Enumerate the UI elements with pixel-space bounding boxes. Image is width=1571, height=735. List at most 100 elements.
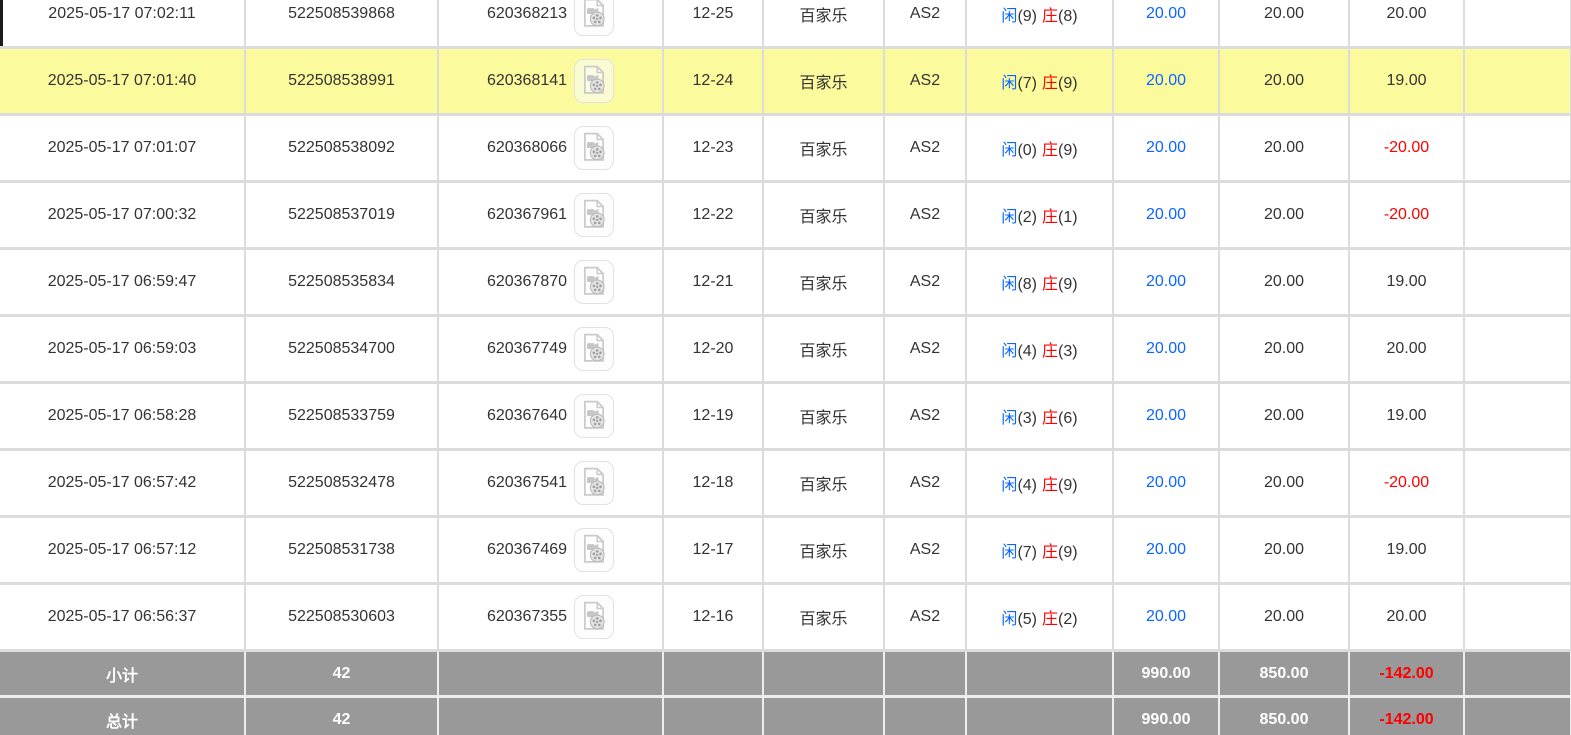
win-loss-cell: 20.00 — [1349, 315, 1465, 384]
banker-score: (9) — [1058, 142, 1078, 159]
bet-time: 2025-05-17 06:57:42 — [0, 449, 246, 518]
player-score: (3) — [1017, 410, 1037, 427]
video-replay-button[interactable] — [574, 595, 615, 639]
video-replay-button[interactable] — [574, 0, 615, 36]
bet-time: 2025-05-17 06:59:47 — [0, 248, 246, 317]
player-score: (4) — [1017, 343, 1037, 360]
game-type: 百家乐 — [763, 47, 885, 116]
round-number: 12-20 — [663, 315, 764, 384]
bet-amount-cell: 20.00 — [1113, 47, 1220, 116]
game-id: 620368213 — [486, 5, 568, 22]
game-type: 百家乐 — [763, 0, 885, 49]
bet-amount-link[interactable]: 20.00 — [1146, 407, 1186, 424]
table-code: AS2 — [884, 583, 967, 652]
player-label: 闲 — [1001, 343, 1018, 360]
valid-amount: 20.00 — [1219, 248, 1350, 317]
bet-amount-link[interactable]: 20.00 — [1146, 5, 1186, 22]
table-row: 2025-05-17 07:01:40 522508538991 6203681… — [0, 47, 1571, 116]
player-label: 闲 — [1001, 276, 1018, 293]
result-cell: 闲(7) 庄(9) — [966, 47, 1114, 116]
valid-amount: 20.00 — [1219, 181, 1350, 250]
game-id: 620367640 — [486, 407, 568, 424]
win-loss-cell: 19.00 — [1349, 382, 1465, 451]
video-replay-icon — [580, 132, 608, 165]
subtotal-empty-cell — [884, 650, 967, 698]
table-scroll-area[interactable]: 2025-05-17 07:02:11 522508539868 6203682… — [0, 0, 1571, 735]
grand-total-empty-cell — [438, 696, 664, 735]
banker-score: (9) — [1058, 276, 1078, 293]
player-label: 闲 — [1001, 544, 1018, 561]
bet-time: 2025-05-17 06:57:12 — [0, 516, 246, 585]
grand-total-count: 42 — [245, 696, 439, 735]
grand-total-win-loss-total: -142.00 — [1349, 696, 1465, 735]
bet-amount-link[interactable]: 20.00 — [1146, 474, 1186, 491]
bet-id: 522508539868 — [245, 0, 439, 49]
banker-score: (8) — [1058, 8, 1078, 25]
table-code: AS2 — [884, 248, 967, 317]
bet-amount-link[interactable]: 20.00 — [1146, 608, 1186, 625]
game-id: 620367749 — [486, 340, 568, 357]
valid-amount: 20.00 — [1219, 47, 1350, 116]
empty-cell — [1464, 114, 1571, 183]
player-label: 闲 — [1001, 410, 1018, 427]
bet-amount-link[interactable]: 20.00 — [1146, 206, 1186, 223]
game-id-cell: 620367355 — [438, 583, 664, 652]
empty-cell — [1464, 181, 1571, 250]
grand-total-valid-total: 850.00 — [1219, 696, 1350, 735]
bet-time: 2025-05-17 06:56:37 — [0, 583, 246, 652]
table-code: AS2 — [884, 181, 967, 250]
banker-label: 庄 — [1042, 75, 1059, 92]
bet-amount-link[interactable]: 20.00 — [1146, 72, 1186, 89]
table-code: AS2 — [884, 315, 967, 384]
game-id: 620367355 — [486, 608, 568, 625]
bet-amount-link[interactable]: 20.00 — [1146, 541, 1186, 558]
player-score: (5) — [1017, 611, 1037, 628]
video-replay-button[interactable] — [574, 59, 615, 103]
table-row: 2025-05-17 06:58:28 522508533759 6203676… — [0, 382, 1571, 451]
bet-id: 522508532478 — [245, 449, 439, 518]
video-replay-button[interactable] — [574, 528, 615, 572]
game-id: 620368141 — [486, 72, 568, 89]
bet-amount-link[interactable]: 20.00 — [1146, 340, 1186, 357]
bet-amount-cell: 20.00 — [1113, 114, 1220, 183]
video-replay-button[interactable] — [574, 126, 615, 170]
player-score: (0) — [1017, 142, 1037, 159]
bet-amount-cell: 20.00 — [1113, 181, 1220, 250]
bet-id: 522508534700 — [245, 315, 439, 384]
video-replay-icon — [580, 601, 608, 634]
grand-total-row: 总计 42 990.00 850.00 -142.00 — [0, 696, 1571, 735]
video-replay-button[interactable] — [574, 394, 615, 438]
banker-label: 庄 — [1042, 343, 1059, 360]
bet-id: 522508531738 — [245, 516, 439, 585]
result-cell: 闲(4) 庄(3) — [966, 315, 1114, 384]
player-label: 闲 — [1001, 209, 1018, 226]
win-loss-value: 19.00 — [1386, 541, 1427, 558]
round-number: 12-18 — [663, 449, 764, 518]
bet-amount-link[interactable]: 20.00 — [1146, 139, 1186, 156]
bet-records-table: 2025-05-17 07:02:11 522508539868 6203682… — [0, 0, 1571, 735]
empty-cell — [1464, 516, 1571, 585]
banker-score: (9) — [1058, 477, 1078, 494]
win-loss-value: 20.00 — [1386, 608, 1427, 625]
table-row: 2025-05-17 07:00:32 522508537019 6203679… — [0, 181, 1571, 250]
subtotal-empty-cell — [763, 650, 885, 698]
empty-cell — [1464, 449, 1571, 518]
bet-amount-link[interactable]: 20.00 — [1146, 273, 1186, 290]
win-loss-value: 20.00 — [1386, 340, 1427, 357]
win-loss-cell: 20.00 — [1349, 583, 1465, 652]
win-loss-value: -20.00 — [1383, 474, 1430, 491]
bet-time: 2025-05-17 07:00:32 — [0, 181, 246, 250]
bet-id: 522508530603 — [245, 583, 439, 652]
player-label: 闲 — [1001, 477, 1018, 494]
game-id: 620367541 — [486, 474, 568, 491]
game-type: 百家乐 — [763, 114, 885, 183]
game-id-cell: 620368141 — [438, 47, 664, 116]
video-replay-button[interactable] — [574, 327, 615, 371]
video-replay-button[interactable] — [574, 193, 615, 237]
video-replay-button[interactable] — [574, 461, 615, 505]
subtotal-label: 小计 — [0, 650, 246, 698]
subtotal-valid-total: 850.00 — [1219, 650, 1350, 698]
video-replay-button[interactable] — [574, 260, 615, 304]
result-cell: 闲(9) 庄(8) — [966, 0, 1114, 49]
bet-time: 2025-05-17 06:59:03 — [0, 315, 246, 384]
